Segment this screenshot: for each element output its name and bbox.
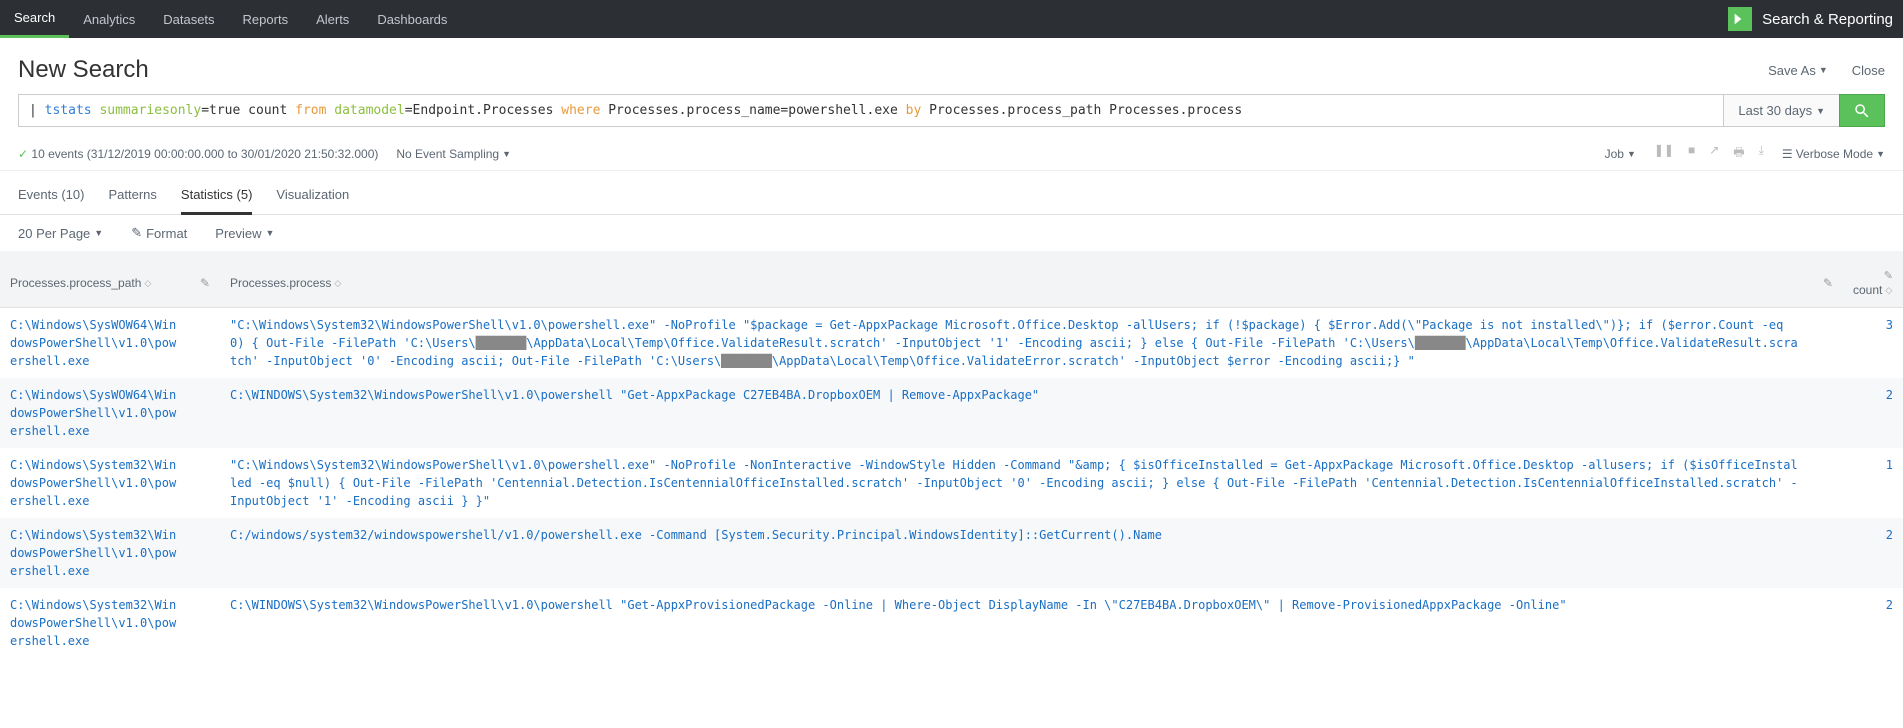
topnav: Search Analytics Datasets Reports Alerts… <box>0 0 461 38</box>
print-icon[interactable]: 🖶 <box>1733 143 1744 164</box>
preview-picker[interactable]: Preview ▼ <box>215 225 274 241</box>
stats-toolbar: 20 Per Page ▼ ✎ Format Preview ▼ <box>0 215 1903 251</box>
tab-patterns[interactable]: Patterns <box>108 181 156 215</box>
nav-dashboards[interactable]: Dashboards <box>363 0 461 38</box>
pause-icon[interactable]: ❚❚ <box>1654 143 1674 164</box>
page-title: New Search <box>18 56 149 84</box>
job-menu[interactable]: Job ▼ <box>1605 147 1636 161</box>
nav-reports[interactable]: Reports <box>229 0 303 38</box>
saveas-button[interactable]: Save As▼ <box>1768 63 1828 78</box>
job-status: ✓ 10 events (31/12/2019 00:00:00.000 to … <box>18 147 378 161</box>
cell-count[interactable]: 2 <box>1843 518 1903 588</box>
cell-process[interactable]: C:\WINDOWS\System32\WindowsPowerShell\v1… <box>220 378 1813 448</box>
th-count[interactable]: ✎count◇ <box>1843 251 1903 308</box>
nav-datasets[interactable]: Datasets <box>149 0 228 38</box>
th-process[interactable]: Processes.process◇ <box>220 251 1813 308</box>
nav-search[interactable]: Search <box>0 0 69 38</box>
event-sampling[interactable]: No Event Sampling ▼ <box>396 147 511 161</box>
cell-count[interactable]: 2 <box>1843 378 1903 448</box>
titlebar: New Search Save As▼ Close <box>0 38 1903 94</box>
search-mode[interactable]: ☰ Verbose Mode ▼ <box>1782 147 1885 161</box>
tab-visualization[interactable]: Visualization <box>276 181 349 215</box>
export-icon[interactable]: ⤓ <box>1759 143 1764 164</box>
cell-count[interactable]: 3 <box>1843 308 1903 379</box>
search-input[interactable]: | tstats summariesonly=true count from d… <box>18 94 1723 127</box>
search-row: | tstats summariesonly=true count from d… <box>0 94 1903 137</box>
result-tabs: Events (10) Patterns Statistics (5) Visu… <box>0 171 1903 215</box>
stop-icon[interactable]: ■ <box>1688 143 1695 164</box>
job-bar: ✓ 10 events (31/12/2019 00:00:00.000 to … <box>0 137 1903 171</box>
table-row: C:\Windows\SysWOW64\WindowsPowerShell\v1… <box>0 308 1903 379</box>
cell-process-path[interactable]: C:\Windows\System32\WindowsPowerShell\v1… <box>0 518 190 588</box>
time-range-picker[interactable]: Last 30 days▼ <box>1723 94 1839 127</box>
cell-count[interactable]: 1 <box>1843 448 1903 518</box>
table-row: C:\Windows\System32\WindowsPowerShell\v1… <box>0 448 1903 518</box>
tab-events[interactable]: Events (10) <box>18 181 84 215</box>
share-icon[interactable]: ↗ <box>1709 143 1719 164</box>
app-name[interactable]: Search & Reporting <box>1728 7 1893 31</box>
cell-process[interactable]: C:/windows/system32/windowspowershell/v1… <box>220 518 1813 588</box>
table-row: C:\Windows\System32\WindowsPowerShell\v1… <box>0 518 1903 588</box>
cell-process[interactable]: C:\WINDOWS\System32\WindowsPowerShell\v1… <box>220 588 1813 658</box>
cell-process-path[interactable]: C:\Windows\System32\WindowsPowerShell\v1… <box>0 588 190 658</box>
app-name-label: Search & Reporting <box>1762 11 1893 28</box>
cell-count[interactable]: 2 <box>1843 588 1903 658</box>
per-page-picker[interactable]: 20 Per Page ▼ <box>18 225 103 241</box>
topbar: Search Analytics Datasets Reports Alerts… <box>0 0 1903 38</box>
th-edit-process[interactable]: ✎ <box>1813 251 1843 308</box>
cell-process[interactable]: "C:\Windows\System32\WindowsPowerShell\v… <box>220 308 1813 379</box>
title-actions: Save As▼ Close <box>1768 63 1885 78</box>
app-icon <box>1728 7 1752 31</box>
format-button[interactable]: ✎ Format <box>131 225 187 241</box>
th-edit-path[interactable]: ✎ <box>190 251 220 308</box>
cell-process[interactable]: "C:\Windows\System32\WindowsPowerShell\v… <box>220 448 1813 518</box>
nav-analytics[interactable]: Analytics <box>69 0 149 38</box>
th-process-path[interactable]: Processes.process_path◇ <box>0 251 190 308</box>
table-row: C:\Windows\System32\WindowsPowerShell\v1… <box>0 588 1903 658</box>
nav-alerts[interactable]: Alerts <box>302 0 363 38</box>
search-button[interactable] <box>1839 94 1885 127</box>
cell-process-path[interactable]: C:\Windows\System32\WindowsPowerShell\v1… <box>0 448 190 518</box>
job-controls: ❚❚ ■ ↗ 🖶 ⤓ <box>1654 143 1764 164</box>
close-button[interactable]: Close <box>1852 63 1885 78</box>
results-table: Processes.process_path◇ ✎ Processes.proc… <box>0 251 1903 658</box>
table-row: C:\Windows\SysWOW64\WindowsPowerShell\v1… <box>0 378 1903 448</box>
cell-process-path[interactable]: C:\Windows\SysWOW64\WindowsPowerShell\v1… <box>0 378 190 448</box>
tab-statistics[interactable]: Statistics (5) <box>181 181 253 215</box>
cell-process-path[interactable]: C:\Windows\SysWOW64\WindowsPowerShell\v1… <box>0 308 190 379</box>
